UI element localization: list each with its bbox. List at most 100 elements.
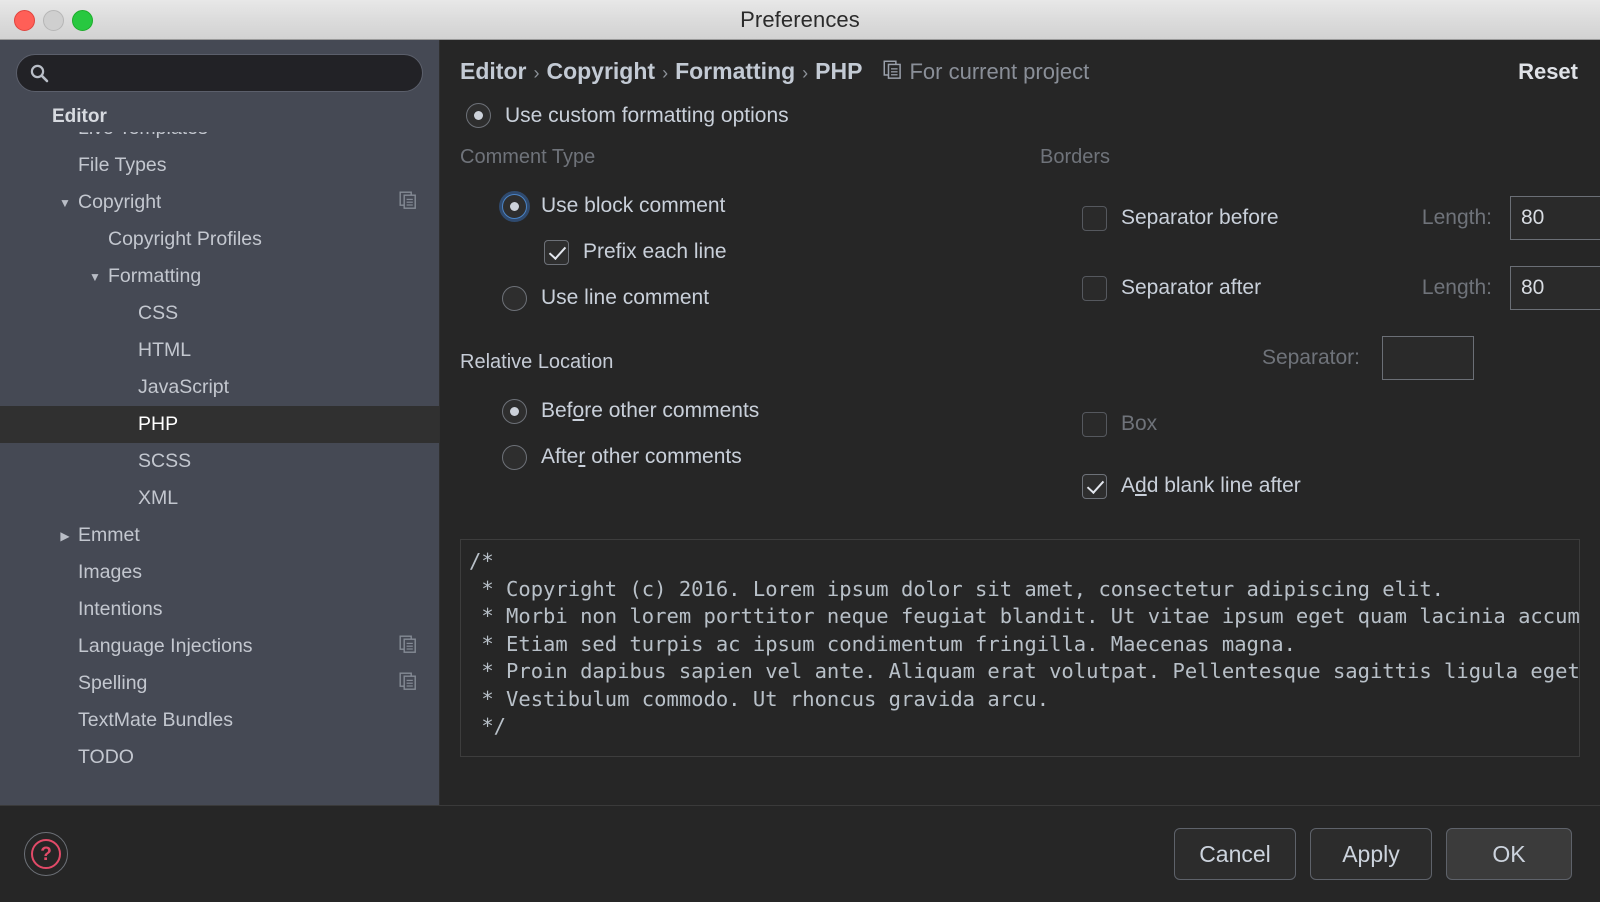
- sidebar-item-label: SCSS: [138, 450, 192, 472]
- sidebar-item-label: Intentions: [78, 598, 163, 620]
- sidebar-item-file-types[interactable]: File Types: [0, 147, 439, 184]
- settings-content: Editor › Copyright › Formatting › PHP For curre…: [440, 40, 1600, 805]
- sidebar-item-spelling[interactable]: Spelling: [0, 665, 439, 702]
- separator-after-length-label: Length:: [1421, 276, 1492, 299]
- sidebar-item-copyright[interactable]: ▼ Copyright: [0, 184, 439, 221]
- prefix-each-line-checkbox[interactable]: [544, 239, 569, 265]
- minimize-window-icon[interactable]: [43, 9, 64, 31]
- breadcrumb-separator: ›: [662, 63, 669, 83]
- tree-rows: Live TemplatesFile Types▼CopyrightCopyri…: [0, 102, 439, 776]
- copy-icon[interactable]: [399, 672, 417, 696]
- sidebar-item-xml[interactable]: XML: [0, 480, 439, 517]
- after-other-comments-row[interactable]: After other comments: [460, 434, 1040, 480]
- separator-before-checkbox[interactable]: [1082, 205, 1107, 231]
- add-blank-line-after-label: Add blank line after: [1121, 474, 1301, 497]
- sidebar-item-label: Images: [78, 561, 142, 583]
- breadcrumb-item-php[interactable]: PHP: [815, 58, 862, 85]
- add-blank-line-check-group[interactable]: Add blank line after: [1082, 473, 1382, 499]
- close-window-icon[interactable]: [14, 9, 35, 31]
- add-blank-line-after-checkbox[interactable]: [1082, 473, 1107, 499]
- breadcrumb-item-formatting[interactable]: Formatting: [675, 58, 795, 85]
- sidebar-item-label: PHP: [138, 413, 179, 435]
- use-line-comment-row[interactable]: Use line comment: [460, 275, 1040, 321]
- breadcrumb-separator: ›: [533, 63, 540, 83]
- reset-link[interactable]: Reset: [1500, 59, 1578, 85]
- apply-button[interactable]: Apply: [1310, 828, 1432, 880]
- separator-label: Separator:: [1261, 346, 1360, 369]
- sidebar-item-intentions[interactable]: Intentions: [0, 591, 439, 628]
- copyright-preview-text: /* * Copyright (c) 2016. Lorem ipsum dol…: [469, 549, 1580, 738]
- sidebar-item-copyright-profiles[interactable]: Copyright Profiles: [0, 221, 439, 258]
- before-other-comments-radio[interactable]: [502, 398, 527, 424]
- options-columns: Comment Type Use block comment Prefix ea…: [460, 146, 1600, 517]
- sidebar-item-emmet[interactable]: ▶ Emmet: [0, 517, 439, 554]
- before-other-comments-row[interactable]: Before other comments: [460, 388, 1040, 434]
- add-blank-line-after-row[interactable]: Add blank line after: [1040, 455, 1600, 517]
- breadcrumb-item-copyright[interactable]: Copyright: [546, 58, 655, 85]
- sidebar-item-images[interactable]: Images: [0, 554, 439, 591]
- after-other-comments-label: After other comments: [541, 445, 742, 468]
- sidebar-item-label: Copyright Profiles: [108, 228, 262, 250]
- chevron-right-icon[interactable]: ▶: [52, 530, 78, 542]
- question-mark-icon: ?: [31, 839, 61, 869]
- separator-after-length-input[interactable]: [1510, 266, 1600, 310]
- box-check-group[interactable]: Box: [1082, 411, 1382, 437]
- use-line-comment-radio[interactable]: [502, 285, 527, 311]
- sidebar-item-formatting[interactable]: ▼ Formatting: [0, 258, 439, 295]
- use-block-comment-radio[interactable]: [502, 193, 527, 219]
- separator-input[interactable]: [1382, 336, 1474, 380]
- separator-after-row: Separator after Length:: [1040, 253, 1600, 323]
- sidebar-item-css[interactable]: CSS: [0, 295, 439, 332]
- separator-after-checkbox[interactable]: [1082, 275, 1107, 301]
- sidebar-item-language-injections[interactable]: Language Injections: [0, 628, 439, 665]
- tree-sticky-header: Editor: [0, 102, 439, 132]
- use-line-comment-label: Use line comment: [541, 286, 710, 309]
- sidebar-item-php[interactable]: PHP: [0, 406, 439, 443]
- breadcrumb-scope: For current project: [883, 59, 1089, 85]
- box-label: Box: [1121, 412, 1158, 435]
- box-row[interactable]: Box: [1040, 393, 1600, 455]
- maximize-window-icon[interactable]: [72, 9, 93, 31]
- php-formatting-panel: Use custom formatting options Comment Ty…: [440, 87, 1600, 805]
- sidebar-item-javascript[interactable]: JavaScript: [0, 369, 439, 406]
- cancel-button[interactable]: Cancel: [1174, 828, 1296, 880]
- separator-before-length-label: Length:: [1421, 206, 1492, 229]
- chevron-down-icon[interactable]: ▼: [82, 271, 108, 283]
- settings-sidebar: Editor Live TemplatesFile Types▼Copyrigh…: [0, 40, 440, 805]
- search-container: [0, 40, 439, 102]
- search-box[interactable]: [16, 54, 423, 92]
- sidebar-item-label: CSS: [138, 302, 179, 324]
- use-custom-formatting-radio[interactable]: [466, 103, 491, 128]
- separator-before-row: Separator before Length:: [1040, 183, 1600, 253]
- use-block-comment-row[interactable]: Use block comment: [460, 183, 1040, 229]
- use-custom-formatting-row[interactable]: Use custom formatting options: [466, 103, 1580, 128]
- help-button[interactable]: ?: [24, 832, 68, 876]
- sidebar-item-label: Emmet: [78, 524, 140, 546]
- sidebar-item-textmate-bundles[interactable]: TextMate Bundles: [0, 702, 439, 739]
- breadcrumb-bar: Editor › Copyright › Formatting › PHP For curre…: [440, 40, 1600, 87]
- copy-icon[interactable]: [399, 191, 417, 215]
- title-bar: Preferences: [0, 0, 1600, 40]
- separator-before-check-group[interactable]: Separator before: [1082, 205, 1382, 231]
- separator-after-check-group[interactable]: Separator after: [1082, 275, 1382, 301]
- sidebar-item-scss[interactable]: SCSS: [0, 443, 439, 480]
- separator-after-label: Separator after: [1121, 276, 1262, 299]
- sidebar-item-html[interactable]: HTML: [0, 332, 439, 369]
- after-other-comments-radio[interactable]: [502, 444, 527, 470]
- search-input[interactable]: [57, 64, 410, 82]
- separator-before-length-input[interactable]: [1510, 196, 1600, 240]
- sidebar-item-label: TextMate Bundles: [78, 709, 234, 731]
- sidebar-item-label: HTML: [138, 339, 192, 361]
- copy-icon[interactable]: [399, 635, 417, 659]
- sidebar-item-label: File Types: [78, 154, 167, 176]
- prefix-each-line-label: Prefix each line: [583, 240, 727, 263]
- ok-button[interactable]: OK: [1446, 828, 1572, 880]
- breadcrumb-item-editor[interactable]: Editor: [460, 58, 526, 85]
- copyright-preview: /* * Copyright (c) 2016. Lorem ipsum dol…: [460, 539, 1580, 757]
- box-checkbox[interactable]: [1082, 411, 1107, 437]
- sidebar-item-todo[interactable]: TODO: [0, 739, 439, 776]
- right-column: Borders Separator before Length: 80 Sepa…: [1040, 146, 1600, 517]
- chevron-down-icon[interactable]: ▼: [52, 197, 78, 209]
- prefix-each-line-row[interactable]: Prefix each line: [460, 229, 1040, 275]
- breadcrumb: Editor › Copyright › Formatting › PHP For curre…: [460, 58, 1500, 85]
